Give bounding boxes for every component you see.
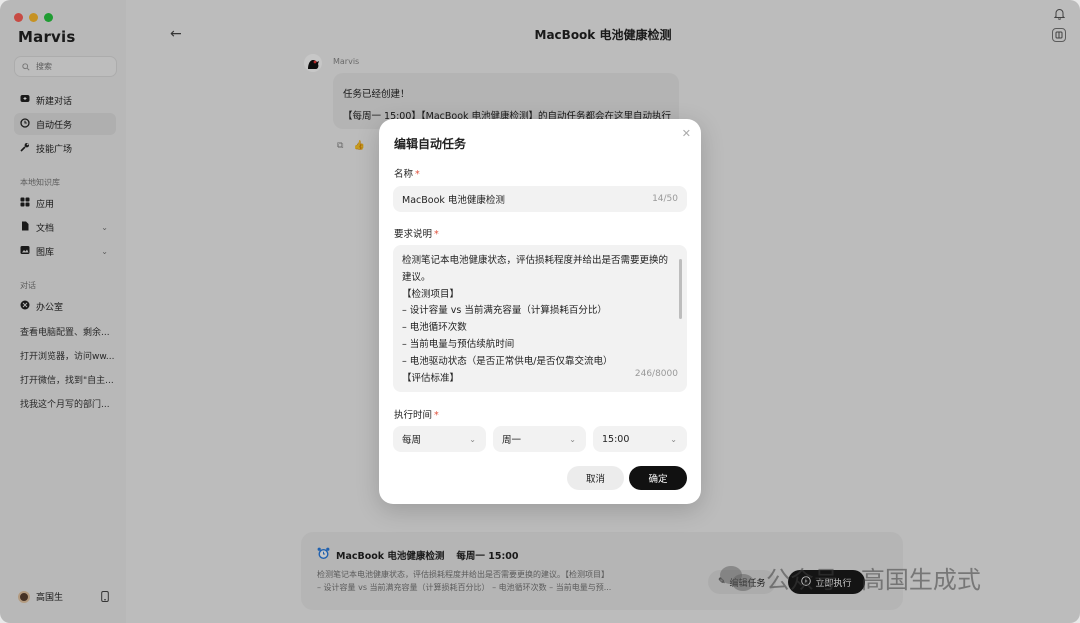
name-char-counter: 14/50 (652, 194, 678, 204)
weekday-value: 周一 (502, 435, 522, 446)
chevron-down-icon: ⌄ (670, 434, 677, 444)
desc-line: 【检测项目】 (402, 288, 460, 300)
name-input[interactable]: MacBook 电池健康检测 14/50 (393, 186, 687, 212)
desc-char-counter: 246/8000 (634, 369, 678, 380)
chevron-down-icon: ⌄ (569, 434, 576, 444)
dialog-title: 编辑自动任务 (394, 137, 467, 151)
time-select[interactable]: 15:00 ⌄ (593, 426, 687, 452)
time-label-text: 执行时间 (394, 410, 433, 421)
weekday-select[interactable]: 周一 ⌄ (493, 426, 586, 452)
time-value: 15:00 (602, 433, 630, 445)
desc-line: – 设计容量 vs 当前满充容量（计算损耗百分比） (402, 305, 607, 317)
textarea-scrollbar[interactable] (679, 259, 682, 319)
chevron-down-icon: ⌄ (469, 434, 476, 444)
desc-line: – 电池循环次数 (402, 322, 467, 334)
frequency-value: 每周 (402, 435, 422, 446)
frequency-select[interactable]: 每周 ⌄ (393, 426, 486, 452)
close-icon[interactable]: ✕ (682, 127, 691, 140)
desc-line: 建议。 (402, 271, 431, 283)
desc-line: 【评估标准】 (402, 372, 460, 384)
time-label: 执行时间 * (394, 407, 439, 421)
desc-label-text: 要求说明 (394, 229, 433, 240)
confirm-button[interactable]: 确定 (629, 466, 687, 490)
required-star: * (434, 229, 439, 240)
required-star: * (434, 410, 439, 421)
desc-line: – 当前电量与预估续航时间 (402, 338, 515, 350)
desc-label: 要求说明 * (394, 226, 439, 240)
app-window: Marvis 新建对话 自动任务 技能广场 本地知识库 (0, 0, 1080, 623)
description-textarea[interactable]: 检测笔记本电池健康状态，评估损耗程度并给出是否需要更换的 建议。 【检测项目】 … (393, 245, 687, 392)
required-star: * (415, 169, 420, 180)
desc-line: 检测笔记本电池健康状态，评估损耗程度并给出是否需要更换的 (402, 255, 669, 266)
name-input-value: MacBook 电池健康检测 (402, 195, 505, 206)
desc-line: – 电池驱动状态（是否正常供电/是否仅靠交流电） (402, 355, 613, 367)
name-label: 名称 * (394, 166, 420, 180)
cancel-button[interactable]: 取消 (567, 466, 624, 490)
name-label-text: 名称 (394, 169, 414, 180)
edit-task-dialog: ✕ 编辑自动任务 名称 * MacBook 电池健康检测 14/50 要求说明 * … (379, 119, 701, 504)
